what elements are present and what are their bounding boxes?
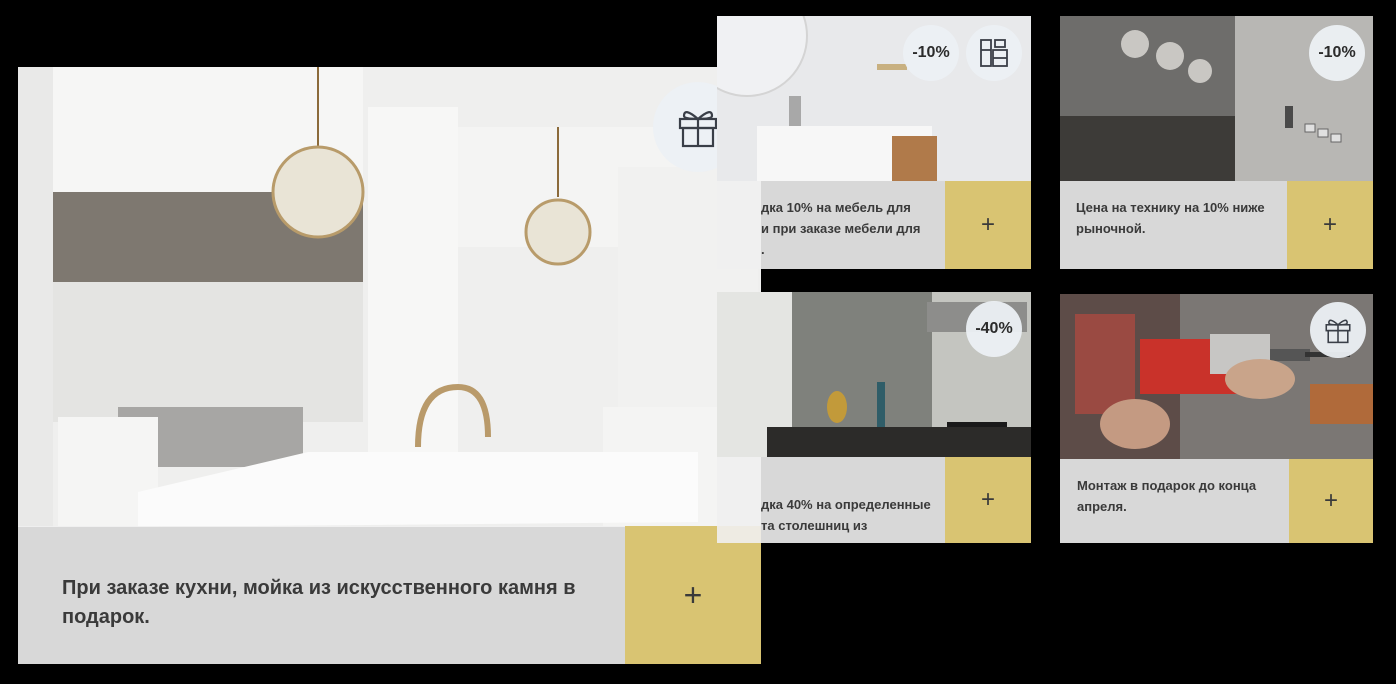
promo-card-countertop[interactable]: -40% дка 40% на определенные та столешни… [717, 292, 1031, 543]
promo-caption-text: дка 40% на определенные та столешниц из … [761, 497, 931, 543]
expand-button[interactable]: + [1287, 181, 1373, 269]
promo-card-kitchen[interactable]: При заказе кухни, мойка из искусственног… [18, 67, 761, 664]
discount-badge: -10% [903, 25, 959, 81]
promo-caption-text: При заказе кухни, мойка из искусственног… [62, 577, 576, 628]
plus-icon: + [683, 576, 703, 613]
expand-button[interactable]: + [625, 526, 761, 664]
promo-caption-text: дка 10% на мебель для и при заказе мебел… [761, 200, 921, 257]
plus-icon: + [980, 211, 995, 238]
promo-card-installation[interactable]: Монтаж в подарок до конца апреля. + [1060, 294, 1373, 543]
promo-caption-text: Монтаж в подарок до конца апреля. [1077, 478, 1257, 514]
plus-icon: + [980, 486, 995, 513]
furniture-icon [966, 25, 1022, 81]
promo-card-bathroom[interactable]: -10% дка 10% на мебель для и при заказе … [717, 16, 1031, 269]
gift-icon [1310, 302, 1366, 358]
kitchen-photo [18, 67, 761, 527]
expand-button[interactable]: + [1289, 459, 1373, 543]
promo-caption-text: Цена на технику на 10% ниже рыночной. [1076, 200, 1265, 236]
expand-button[interactable]: + [945, 181, 1031, 269]
expand-button[interactable]: + [945, 457, 1031, 543]
promo-card-appliances[interactable]: -10% Цена на технику на 10% ниже рыночно… [1060, 16, 1373, 269]
discount-badge: -40% [966, 301, 1022, 357]
plus-icon: + [1322, 211, 1337, 238]
plus-icon: + [1323, 487, 1338, 514]
discount-badge: -10% [1309, 25, 1365, 81]
